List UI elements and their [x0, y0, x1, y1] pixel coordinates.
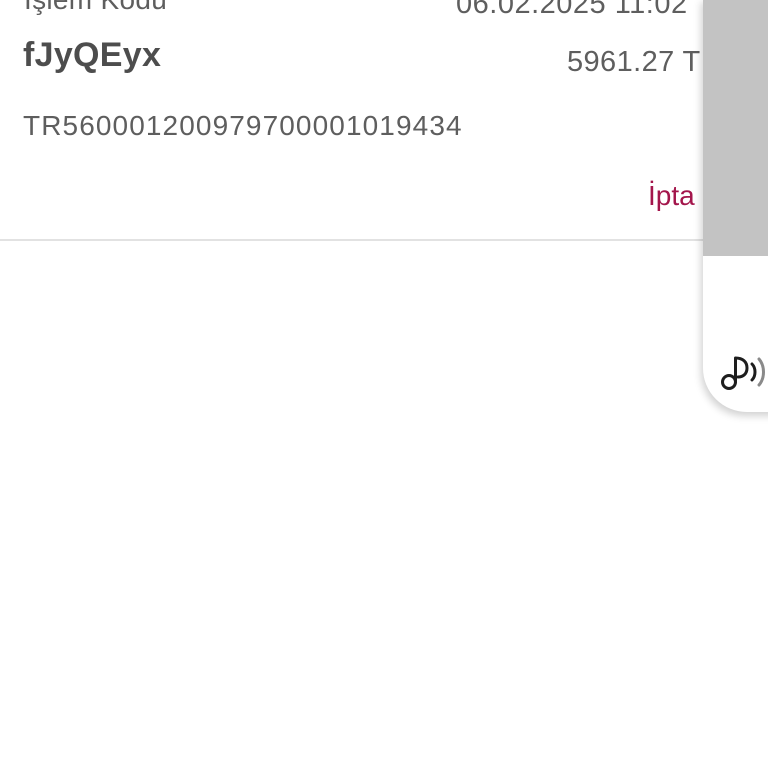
- screen: İşlem Kodu 06.02.2025 11:02 fJyQEyx 5961…: [0, 0, 768, 768]
- cancel-button[interactable]: İpta: [648, 180, 695, 212]
- transaction-date: 06.02.2025 11:02: [456, 0, 688, 20]
- transaction-card[interactable]: İşlem Kodu 06.02.2025 11:02 fJyQEyx 5961…: [0, 0, 768, 241]
- transaction-amount: 5961.27 T: [567, 46, 701, 78]
- floating-side-panel[interactable]: [703, 0, 768, 412]
- music-sound-icon[interactable]: [719, 350, 768, 394]
- floating-panel-handle: [703, 0, 768, 256]
- transaction-code-label: İşlem Kodu: [24, 0, 167, 16]
- transaction-iban: TR560001200979700001019434: [23, 110, 463, 141]
- transaction-code: fJyQEyx: [23, 36, 162, 74]
